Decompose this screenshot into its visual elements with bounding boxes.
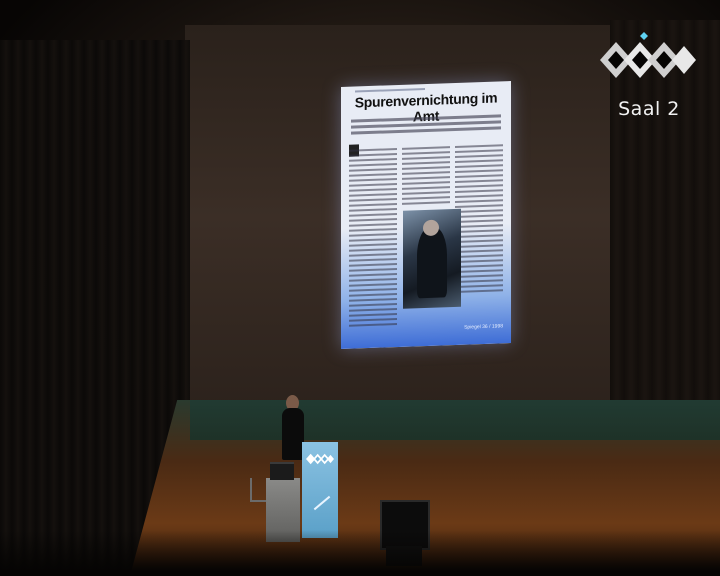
stage-edge: [190, 400, 720, 440]
bottom-shadow: [0, 530, 720, 576]
slide-photo: [403, 208, 461, 309]
photo-person: [417, 227, 447, 299]
laptop: [270, 462, 294, 480]
projected-slide: Spurenvernichtung im Amt Spiegel 36 / 19…: [341, 81, 511, 349]
speaker: [282, 408, 304, 460]
congress-diamond-logo-icon: [600, 32, 696, 78]
slide-subtitle-lines: [351, 111, 501, 138]
slide-text-column-2: [402, 143, 450, 208]
lectern-logo-icon: [306, 453, 334, 465]
lectern-graphic: [313, 495, 331, 511]
slide-text-column-3: [455, 141, 503, 296]
lectern: [302, 442, 338, 538]
slide-text-column-1: [349, 145, 397, 330]
chair: [250, 478, 266, 502]
hall-label: Saal 2: [618, 98, 680, 120]
